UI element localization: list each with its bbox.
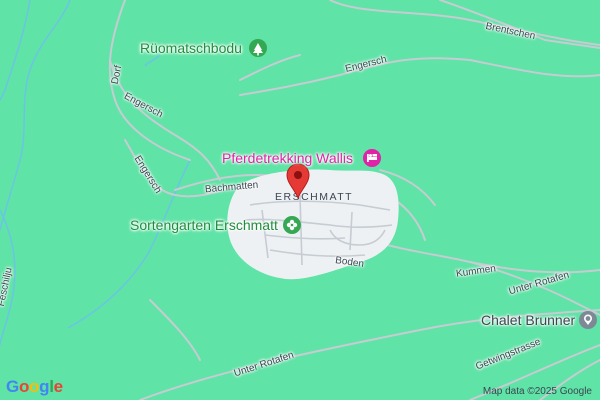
google-logo-letter: G [6, 377, 19, 396]
flower-icon[interactable] [283, 216, 301, 234]
poi-label-sortengarten[interactable]: Sortengarten Erschmatt [130, 218, 278, 232]
google-logo-letter: e [53, 377, 63, 396]
google-logo-letter: o [29, 377, 40, 396]
map-attribution[interactable]: Map data ©2025 Google [483, 386, 592, 397]
tree-icon[interactable] [249, 39, 267, 57]
poi-label-pferdetrekking[interactable]: Pferdetrekking Wallis [222, 151, 353, 165]
pin-icon[interactable] [579, 311, 597, 329]
google-logo-letter: g [39, 377, 50, 396]
bed-icon[interactable] [363, 149, 381, 167]
village-label: ERSCHMATT [275, 191, 353, 203]
poi-label-ruomatschbodu[interactable]: Rüomatschbodu [140, 41, 242, 55]
google-logo: Google [6, 377, 63, 397]
poi-label-chalet-brunner[interactable]: Chalet Brunner [481, 313, 575, 327]
map-canvas[interactable]: ERSCHMATT [0, 0, 600, 400]
google-logo-letter: o [18, 377, 30, 396]
